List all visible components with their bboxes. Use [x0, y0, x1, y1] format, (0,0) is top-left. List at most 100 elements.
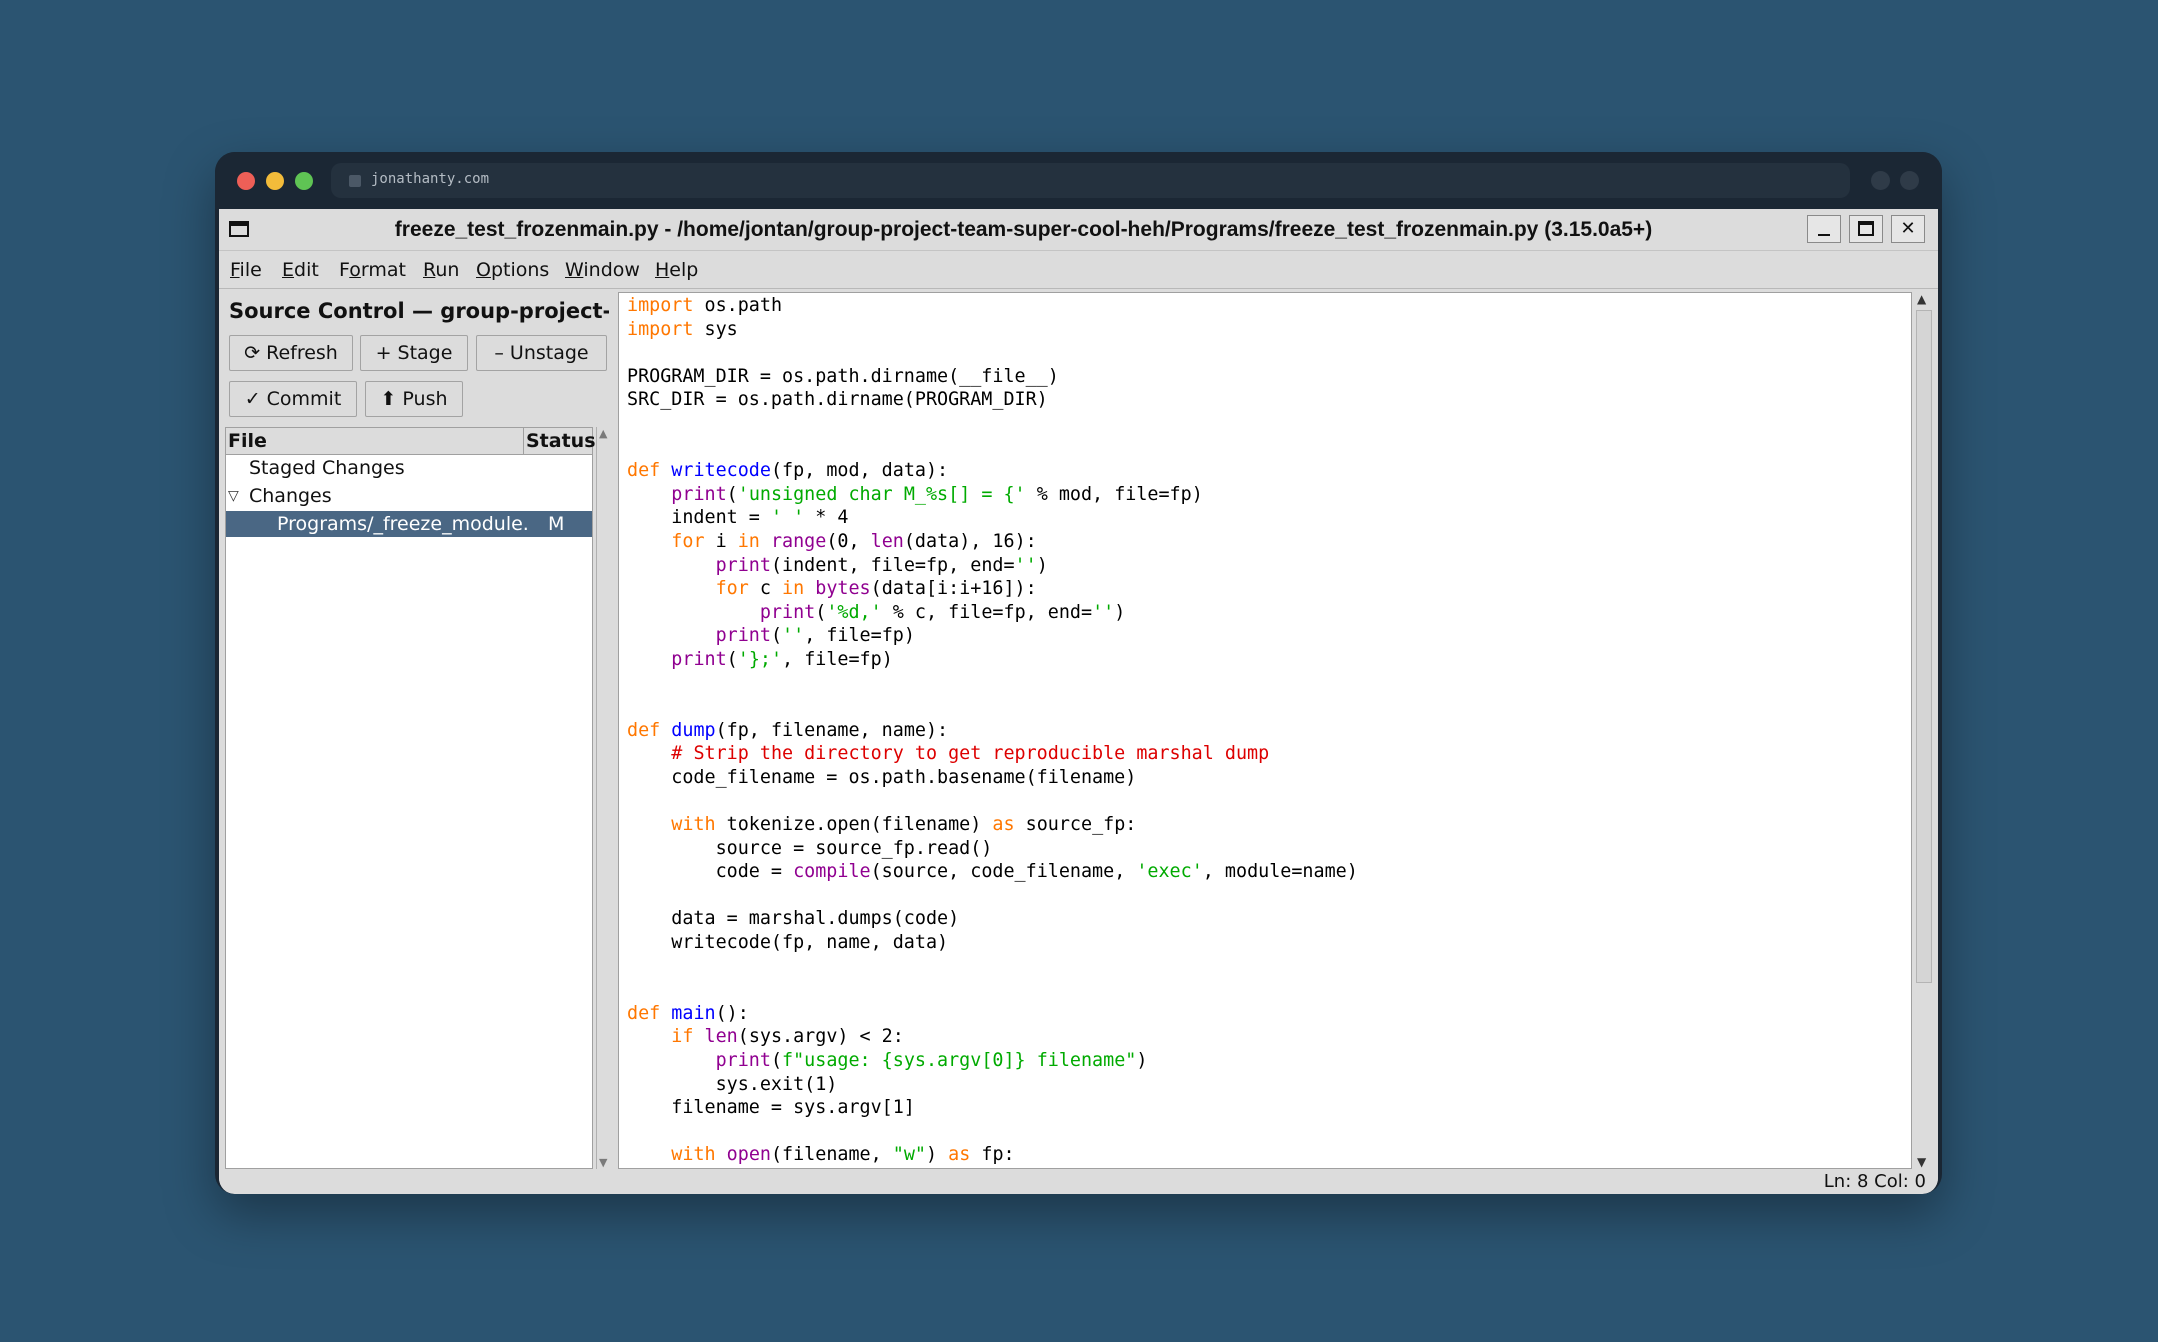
unstage-button[interactable]: – Unstage [476, 335, 607, 371]
code-line[interactable]: # Strip the directory to get reproducibl… [627, 742, 1911, 766]
editor-scrollbar[interactable]: ▲ ▼ [1914, 292, 1934, 1169]
code-line[interactable]: print('', file=fp) [627, 624, 1911, 648]
menu-window[interactable]: Window [565, 259, 640, 281]
code-token: ) [1036, 554, 1048, 576]
code-text[interactable]: import os.path import sys PROGRAM_DIR = o… [627, 294, 1911, 1167]
maximize-button[interactable] [1849, 215, 1883, 243]
code-line[interactable]: def dump(fp, filename, name): [627, 719, 1911, 743]
code-line[interactable]: sys.exit(1) [627, 1073, 1911, 1097]
scroll-up-icon[interactable]: ▲ [599, 427, 607, 440]
code-token: (fp, filename, name): [715, 719, 949, 741]
code-line[interactable]: indent = ' ' * 4 [627, 506, 1911, 530]
code-editor[interactable]: import os.path import sys PROGRAM_DIR = o… [618, 292, 1912, 1169]
code-line[interactable]: PROGRAM_DIR = os.path.dirname(__file__) [627, 365, 1911, 389]
menu-options-label: ptions [490, 259, 550, 281]
code-line[interactable]: import sys [627, 318, 1911, 342]
code-line[interactable] [627, 341, 1911, 365]
code-line[interactable]: SRC_DIR = os.path.dirname(PROGRAM_DIR) [627, 388, 1911, 412]
tree-group-changes[interactable]: ▽ Changes [226, 483, 592, 509]
column-header-file[interactable]: File [228, 430, 267, 452]
code-line[interactable]: print(f"usage: {sys.argv[0]} filename") [627, 1049, 1911, 1073]
code-line[interactable] [627, 978, 1911, 1002]
code-token: print [671, 483, 727, 505]
code-line[interactable] [627, 884, 1911, 908]
code-token: for [671, 530, 705, 552]
menu-run[interactable]: Run [423, 259, 459, 281]
code-line[interactable]: print('%d,' % c, file=fp, end='') [627, 601, 1911, 625]
code-line[interactable]: code_filename = os.path.basename(filenam… [627, 766, 1911, 790]
code-line[interactable]: for i in range(0, len(data), 16): [627, 530, 1911, 554]
code-line[interactable] [627, 412, 1911, 436]
commit-button[interactable]: ✓ Commit [229, 381, 357, 417]
code-line[interactable]: def main(): [627, 1002, 1911, 1026]
browser-action-button[interactable] [1900, 171, 1919, 190]
code-line[interactable] [627, 436, 1911, 460]
code-line[interactable]: def writecode(fp, mod, data): [627, 459, 1911, 483]
browser-action-button[interactable] [1871, 171, 1890, 190]
file-status: M [548, 513, 565, 535]
code-line[interactable]: print('unsigned char M_%s[] = {' % mod, … [627, 483, 1911, 507]
address-bar[interactable]: jonathanty.com [331, 163, 1850, 198]
menu-options[interactable]: Options [476, 259, 549, 281]
scroll-down-icon[interactable]: ▼ [599, 1156, 607, 1169]
code-line[interactable]: import os.path [627, 294, 1911, 318]
scrollbar-thumb[interactable] [1916, 310, 1932, 983]
menu-help[interactable]: Help [655, 259, 698, 281]
minimize-button[interactable] [1807, 215, 1841, 243]
menu-file-mnemonic: F [230, 259, 240, 281]
column-header-status[interactable]: Status [526, 430, 596, 452]
tree-file-row[interactable]: Programs/_freeze_module. M [226, 511, 592, 537]
code-token: , file=fp) [782, 648, 893, 670]
code-line[interactable]: for c in bytes(data[i:i+16]): [627, 577, 1911, 601]
code-token: dump [671, 719, 716, 741]
push-button[interactable]: ⬆ Push [365, 381, 463, 417]
code-line[interactable] [627, 1120, 1911, 1144]
column-divider[interactable] [523, 428, 524, 454]
menu-edit[interactable]: Edit [282, 259, 319, 281]
panel-title: Source Control — group-project-t [229, 299, 609, 323]
code-token: tokenize.open(filename) [715, 814, 993, 836]
code-token: ) [925, 1144, 949, 1166]
stage-button[interactable]: + Stage [360, 335, 468, 371]
code-token: with [671, 1144, 716, 1166]
scroll-down-icon[interactable]: ▼ [1917, 1155, 1926, 1169]
code-line[interactable]: print(indent, file=fp, end='') [627, 554, 1911, 578]
code-token: os.path [693, 295, 783, 316]
code-line[interactable] [627, 789, 1911, 813]
code-line[interactable]: data = marshal.dumps(code) [627, 907, 1911, 931]
close-dot-icon[interactable] [237, 172, 255, 190]
code-line[interactable] [627, 955, 1911, 979]
code-line[interactable] [627, 672, 1911, 696]
tree-group-label: Staged Changes [249, 457, 405, 479]
code-token: if [671, 1026, 694, 1048]
menu-file[interactable]: File [230, 259, 262, 281]
tree-scrollbar[interactable]: ▲ ▼ [596, 427, 615, 1169]
expand-triangle-icon[interactable]: ▽ [228, 488, 239, 504]
changes-tree[interactable]: File Status Staged Changes ▽ Changes Pro… [225, 427, 596, 1169]
code-token: '' [1014, 554, 1037, 576]
code-line[interactable]: if len(sys.argv) < 2: [627, 1025, 1911, 1049]
refresh-button[interactable]: ⟳ Refresh [229, 335, 353, 371]
code-token: (data), 16): [903, 530, 1037, 552]
code-line[interactable]: with tokenize.open(filename) as source_f… [627, 813, 1911, 837]
code-token: data = marshal.dumps(code) [627, 908, 960, 930]
code-line[interactable]: print('};', file=fp) [627, 648, 1911, 672]
minimize-dot-icon[interactable] [266, 172, 284, 190]
tree-group-staged[interactable]: Staged Changes [226, 455, 592, 481]
code-line[interactable]: writecode(fp, name, data) [627, 931, 1911, 955]
code-token: ( [726, 648, 738, 670]
menu-format[interactable]: Format [339, 259, 406, 281]
menu-help-label: elp [669, 259, 699, 281]
zoom-dot-icon[interactable] [295, 172, 313, 190]
code-line[interactable] [627, 695, 1911, 719]
code-line[interactable]: with open(filename, "w") as fp: [627, 1143, 1911, 1167]
code-line[interactable]: source = source_fp.read() [627, 837, 1911, 861]
scroll-up-icon[interactable]: ▲ [1917, 292, 1926, 306]
close-button[interactable]: ✕ [1891, 215, 1925, 243]
code-line[interactable]: code = compile(source, code_filename, 'e… [627, 860, 1911, 884]
code-line[interactable]: filename = sys.argv[1] [627, 1096, 1911, 1120]
